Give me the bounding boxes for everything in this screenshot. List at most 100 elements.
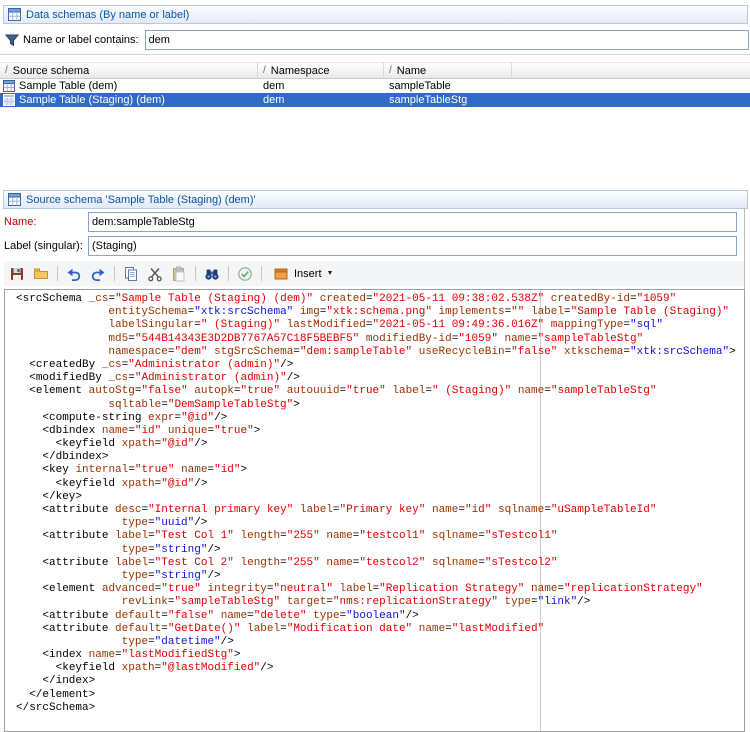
undo-icon [66,266,82,282]
toolbar-separator [261,266,262,281]
copy-button[interactable] [120,264,142,284]
insert-label: Insert [294,268,322,280]
filter-row: Name or label contains: [3,29,749,51]
code-line: type="uuid"/> [16,517,744,530]
undo-button[interactable] [63,264,85,284]
code-line: <keyfield xpath="@lastModified"/> [16,662,744,675]
code-line: </key> [16,491,744,504]
code-line: <keyfield xpath="@id"/> [16,438,744,451]
filter-funnel-icon [5,33,19,47]
code-line: type="string"/> [16,570,744,583]
data-schemas-title: Data schemas (By name or label) [26,9,189,21]
save-button[interactable] [6,264,28,284]
label-singular-input[interactable] [88,236,737,256]
code-line: </element> [16,689,744,702]
data-schemas-header: Data schemas (By name or label) [3,5,748,24]
table-row[interactable]: Sample Table (dem) dem sampleTable [0,79,750,93]
sort-indicator: / [5,65,8,76]
schema-icon [3,94,15,106]
filter-input[interactable] [145,30,749,50]
code-line: <attribute label="Test Col 2" length="25… [16,557,744,570]
cut-button[interactable] [144,264,166,284]
source-schema-label: Sample Table (dem) [19,80,117,92]
cell-name: sampleTableStg [384,94,512,106]
column-header-name[interactable]: / Name [384,63,512,78]
code-line: <srcSchema _cs="Sample Table (Staging) (… [16,293,744,306]
sort-indicator: / [389,65,392,76]
paste-icon [171,266,187,282]
code-line: labelSingular=" (Staging)" lastModified=… [16,319,744,332]
cell-name: sampleTable [384,80,512,92]
name-input[interactable] [88,212,737,232]
code-line: <compute-string expr="@id"/> [16,412,744,425]
binoculars-icon [204,266,220,282]
code-line: <key internal="true" name="id"> [16,464,744,477]
cell-source-schema: Sample Table (dem) [0,80,258,92]
open-button[interactable] [30,264,52,284]
schema-list-icon [8,8,21,21]
folder-open-icon [33,266,49,282]
editor-toolbar: Insert ▼ [4,261,745,286]
toolbar-separator [57,266,58,281]
schema-icon [3,80,15,92]
table-header-row: / Source schema / Namespace / Name [0,62,750,79]
code-line: <element autoStg="false" autopk="true" a… [16,385,744,398]
code-line: </index> [16,675,744,688]
cell-namespace: dem [258,80,384,92]
code-line: <keyfield xpath="@id"/> [16,478,744,491]
name-field-label: Name: [4,216,36,228]
find-button[interactable] [201,264,223,284]
code-line: <attribute default="GetDate()" label="Mo… [16,623,744,636]
code-line: namespace="dem" stgSrcSchema="dem:sample… [16,346,744,359]
code-line: <attribute label="Test Col 1" length="25… [16,530,744,543]
redo-icon [90,266,106,282]
cell-source-schema: Sample Table (Staging) (dem) [0,94,258,106]
paste-button[interactable] [168,264,190,284]
validate-button[interactable] [234,264,256,284]
toolbar-separator [228,266,229,281]
redo-button[interactable] [87,264,109,284]
filter-label: Name or label contains: [23,34,139,46]
code-line: <modifiedBy _cs="Administrator (admin)"/… [16,372,744,385]
code-line: md5="544B14343E3D2DB7767A57C18F5BEBF5" m… [16,333,744,346]
insert-button[interactable]: Insert ▼ [267,264,339,284]
code-line: revLink="sampleTableStg" target="nms:rep… [16,596,744,609]
column-header-namespace[interactable]: / Namespace [258,63,384,78]
code-line: <attribute default="false" name="delete"… [16,610,744,623]
detail-title: Source schema 'Sample Table (Staging) (d… [26,194,256,206]
insert-icon [273,266,289,282]
schema-detail-icon [8,193,21,206]
toolbar-separator [195,266,196,281]
xml-source-editor[interactable]: <srcSchema _cs="Sample Table (Staging) (… [4,289,745,732]
column-header-source-schema[interactable]: / Source schema [0,63,258,78]
copy-icon [123,266,139,282]
pane-right-edge [744,208,745,290]
cell-namespace: dem [258,94,384,106]
code-area[interactable]: <srcSchema _cs="Sample Table (Staging) (… [5,290,744,715]
source-schema-detail-header: Source schema 'Sample Table (Staging) (d… [3,190,748,209]
column-header-label: Source schema [13,65,89,77]
schema-table: / Source schema / Namespace / Name Sampl… [0,62,750,186]
code-line: <index name="lastModifiedStg"> [16,649,744,662]
source-schema-label: Sample Table (Staging) (dem) [19,94,165,106]
code-line: <createdBy _cs="Administrator (admin)"/> [16,359,744,372]
code-line: type="string"/> [16,544,744,557]
code-line: entitySchema="xtk:srcSchema" img="xtk:sc… [16,306,744,319]
code-line: <dbindex name="id" unique="true"> [16,425,744,438]
filter-separator [0,54,750,55]
code-line: sqltable="DemSampleTableStg"> [16,399,744,412]
code-line: </dbindex> [16,451,744,464]
save-icon [9,266,25,282]
code-line: type="datetime"/> [16,636,744,649]
column-header-label: Namespace [271,65,330,77]
check-circle-icon [237,266,253,282]
column-header-label: Name [397,65,426,77]
toolbar-separator [114,266,115,281]
code-line: </srcSchema> [16,702,744,715]
table-row-selected[interactable]: Sample Table (Staging) (dem) dem sampleT… [0,93,750,107]
code-line: <element advanced="true" integrity="neut… [16,583,744,596]
label-singular-field-label: Label (singular): [4,240,83,252]
code-line: <attribute desc="Internal primary key" l… [16,504,744,517]
column-header-empty [512,63,750,78]
sort-indicator: / [263,65,266,76]
